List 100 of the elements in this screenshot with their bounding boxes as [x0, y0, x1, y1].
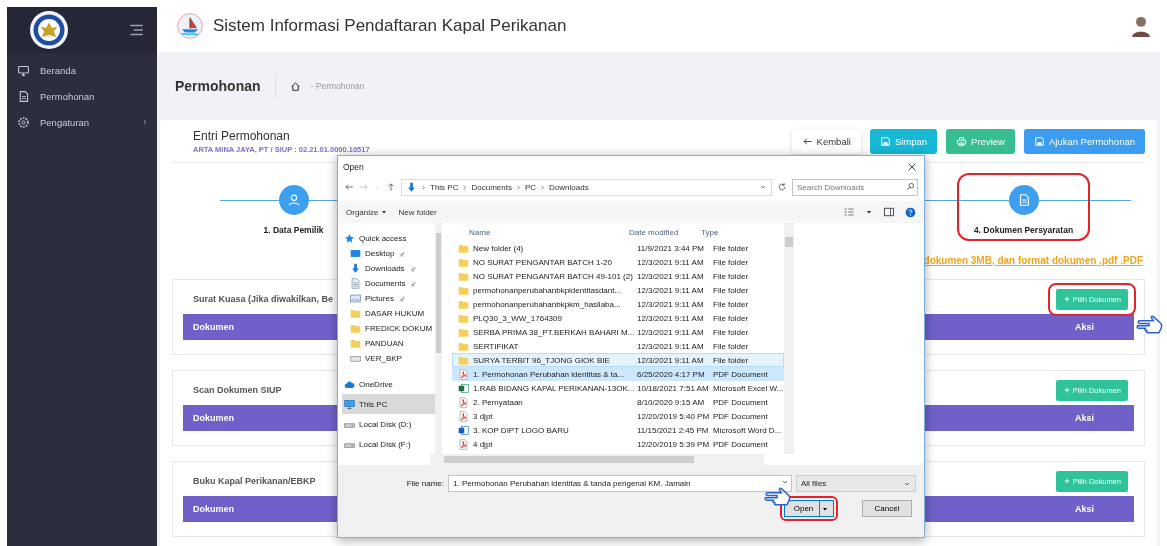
- file-row[interactable]: SURYA TERBIT 96_TJONG GIOK BIE 12/3/2021 9:11 AM File folder: [452, 353, 784, 367]
- navigation-item[interactable]: Quick access: [342, 231, 435, 246]
- navigation-item[interactable]: OneDrive: [342, 374, 435, 394]
- sidebar-menu-item[interactable]: Pengaturan: [40, 116, 131, 128]
- file-row[interactable]: SERBA PRIMA 38_PT.BERKAH BAHARI M... 12/3/2021 9:11 AM File folder: [452, 325, 784, 339]
- file-row[interactable]: 1. Permohonan Perubahan identitas & ta... 6/25/2020 4:17 PM PDF Document: [452, 367, 784, 381]
- preview-pane-icon[interactable]: [883, 206, 895, 218]
- file-row[interactable]: New folder (4) 11/9/2021 3:44 PM File folder: [452, 241, 784, 255]
- open-button[interactable]: Open: [784, 500, 834, 517]
- file-type-dropdown[interactable]: All files: [796, 475, 916, 492]
- refresh-icon[interactable]: [777, 182, 787, 192]
- toolbar-button[interactable]: New folder: [398, 207, 437, 217]
- page-title: Permohonan: [175, 78, 261, 94]
- navigation-item[interactable]: DASAR HUKUM: [342, 306, 435, 321]
- computer-icon: [344, 398, 355, 410]
- column-header: Aksi: [1075, 413, 1094, 423]
- dialog-title: Open: [343, 161, 364, 172]
- column-header: Aksi: [1075, 504, 1094, 514]
- star-icon: [344, 233, 355, 244]
- file-row[interactable]: 2. Pernyataan 8/10/2020 9:15 AM PDF Document: [452, 395, 784, 409]
- up-arrow-icon[interactable]: [386, 182, 396, 192]
- column-header[interactable]: Date modified: [629, 227, 701, 237]
- step-circle[interactable]: [278, 185, 309, 215]
- folder-icon: [458, 256, 469, 268]
- navigation-item[interactable]: VER_BKP: [342, 351, 435, 366]
- file-row[interactable]: 3 djpt 12/20/2019 5:40 PM PDF Document: [452, 409, 784, 423]
- step-label: 4. Dokumen Persyaratan: [973, 225, 1074, 235]
- chevron-right-icon: [514, 183, 522, 191]
- home-icon[interactable]: [289, 80, 301, 92]
- pdf-file-icon: [458, 368, 469, 380]
- navigation-item[interactable]: PANDUAN: [342, 336, 435, 351]
- file-row[interactable]: SERTIFIKAT 12/3/2021 9:11 AM File folder: [452, 339, 784, 353]
- path-segment[interactable]: This PC: [430, 182, 459, 192]
- folder-icon: [350, 308, 361, 319]
- file-row[interactable]: NO SURAT PENGANTAR BATCH 1-20 12/3/2021 9:11 AM File folder: [452, 255, 784, 269]
- scrollbar[interactable]: [435, 223, 442, 454]
- section-title: Buku Kapal Perikanan/EBKP: [193, 476, 316, 486]
- folder-icon: [458, 242, 469, 254]
- help-icon[interactable]: [905, 206, 916, 218]
- back-arrow-icon[interactable]: [344, 182, 354, 192]
- column-header: Dokumen: [193, 413, 234, 423]
- file-row[interactable]: 3. KOP DIPT LOGO BARU 11/15/2021 2:45 PM Microsoft Word D...: [452, 423, 784, 437]
- sidebar-menu-item[interactable]: Permohonan: [40, 90, 149, 102]
- step-circle[interactable]: [1008, 185, 1039, 215]
- file-row[interactable]: 1.RAB BIDANG KAPAL PERIKANAN-13OK... 10/18/2021 7:51 AM Microsoft Excel W...: [452, 381, 784, 395]
- search-field[interactable]: Search Downloads: [792, 178, 918, 196]
- gear-icon: [17, 115, 30, 129]
- download-arrow-icon: [350, 263, 361, 274]
- navigation-item[interactable]: Desktop: [342, 246, 435, 261]
- path-segment[interactable]: Downloads: [549, 182, 589, 192]
- printer-icon: [956, 135, 968, 147]
- navigation-item[interactable]: FREDICK DOKUM: [342, 321, 435, 336]
- file-name-field[interactable]: 1. Permohonan Perubahan identitas & tanda pengenal KM. Jamain: [448, 475, 792, 492]
- app-title: Sistem Informasi Pendaftaran Kapal Perikanan: [213, 16, 568, 36]
- column-header[interactable]: Name: [452, 227, 629, 237]
- drive-icon: [350, 353, 361, 364]
- word-file-icon: [458, 424, 469, 436]
- navigation-item[interactable]: Local Disk (D:): [342, 414, 435, 434]
- folder-icon: [458, 340, 469, 352]
- dropdown-caret-icon[interactable]: [781, 478, 789, 486]
- address-bar[interactable]: This PC Documents PC Downloads: [401, 178, 772, 196]
- navigation-item[interactable]: Pictures: [342, 291, 435, 306]
- document-icon: [350, 278, 361, 289]
- plus-icon: [1062, 477, 1071, 485]
- sidebar-menu-item[interactable]: Beranda: [40, 64, 149, 76]
- back-button[interactable]: Kembali: [791, 128, 861, 154]
- file-name-label: File name:: [405, 479, 444, 488]
- file-row[interactable]: permohonanperubahanbkpidentitasdant... 12/3/2021 9:11 AM File folder: [452, 283, 784, 297]
- download-arrow-icon: [406, 181, 417, 193]
- navigation-item[interactable]: This PC: [342, 394, 435, 414]
- folder-icon: [458, 354, 469, 366]
- person-icon: [286, 193, 301, 207]
- search-icon: [906, 181, 915, 191]
- section-title: Surat Kuasa (Jika diwakilkan, Be: [193, 294, 334, 304]
- step-label: 1. Data Pemilik: [263, 225, 324, 235]
- folder-icon: [458, 326, 469, 338]
- scrollbar[interactable]: [784, 223, 794, 454]
- file-row[interactable]: PLQ30_3_WW_1764309 12/3/2021 9:11 AM File folder: [452, 311, 784, 325]
- path-segment[interactable]: PC: [524, 182, 537, 192]
- chevron-right-icon: [461, 183, 469, 191]
- navigation-item[interactable]: Downloads: [342, 261, 435, 276]
- avatar-icon[interactable]: [1130, 15, 1152, 37]
- path-segment[interactable]: Documents: [471, 182, 512, 192]
- file-row[interactable]: 4 djpt 12/20/2019 5:39 PM PDF Document: [452, 437, 784, 451]
- cancel-button[interactable]: Cancel: [862, 500, 912, 517]
- folder-icon: [458, 270, 469, 282]
- navigation-item[interactable]: Local Disk (F:): [342, 434, 435, 454]
- navigation-item[interactable]: Documents: [342, 276, 435, 291]
- file-row[interactable]: permohonanperubahanbkpkm_hasilaba... 12/3/2021 9:11 AM File folder: [452, 297, 784, 311]
- view-options-icon[interactable]: [843, 206, 855, 218]
- file-row[interactable]: NO SURAT PENGANTAR BATCH 49-101 (2) 12/3/2021 9:11 AM File folder: [452, 269, 784, 283]
- picture-icon: [350, 293, 361, 304]
- caret-down-icon[interactable]: [865, 208, 873, 216]
- spreadsheet-file-icon: [458, 382, 469, 394]
- folder-icon: [350, 338, 361, 349]
- scrollbar[interactable]: [430, 454, 764, 465]
- column-header[interactable]: Type: [701, 227, 785, 237]
- toolbar-button[interactable]: Organize: [346, 207, 389, 217]
- emblem-logo-icon: [29, 10, 69, 50]
- dropdown-caret-icon[interactable]: [759, 183, 767, 191]
